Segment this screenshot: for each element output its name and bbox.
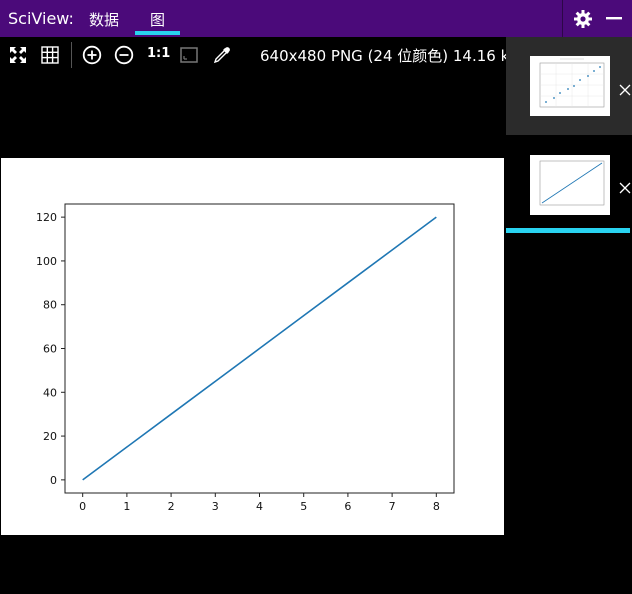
active-tab-indicator <box>135 31 180 35</box>
zoom-in-button[interactable] <box>82 45 102 65</box>
x-tick-label: 3 <box>212 500 219 513</box>
frame-icon <box>180 47 198 63</box>
close-icon <box>619 84 631 96</box>
thumbnail-image[interactable] <box>530 56 610 116</box>
y-tick-label: 100 <box>36 255 57 268</box>
series-line <box>82 216 437 481</box>
line-thumbnail-icon <box>539 160 605 206</box>
title-bar: SciView: 数据 图 <box>0 0 632 37</box>
toolbar-divider <box>71 42 72 68</box>
close-thumbnail-button[interactable] <box>619 179 631 194</box>
selected-thumbnail-indicator <box>506 228 630 233</box>
x-tick-label: 0 <box>79 500 86 513</box>
y-tick-label: 80 <box>43 299 57 312</box>
color-picker-icon <box>213 47 230 64</box>
close-thumbnail-button[interactable] <box>619 81 631 96</box>
y-tick-label: 60 <box>43 343 57 356</box>
fit-screen-button[interactable] <box>8 45 28 65</box>
image-toolbar: 1:1 640x480 PNG (24 位颜色) 14.16 kB <box>0 37 520 73</box>
x-tick-label: 2 <box>168 500 175 513</box>
x-tick-label: 6 <box>344 500 351 513</box>
gear-icon <box>574 10 592 28</box>
x-tick-label: 1 <box>123 500 130 513</box>
image-info: 640x480 PNG (24 位颜色) 14.16 kB <box>260 47 520 65</box>
scatter-thumbnail-icon <box>539 58 605 108</box>
zoom-out-button[interactable] <box>114 45 134 65</box>
fit-screen-icon <box>10 47 26 63</box>
x-tick-label: 8 <box>433 500 440 513</box>
thumbnail-card[interactable] <box>506 147 632 235</box>
title-divider <box>562 0 563 37</box>
x-tick-label: 7 <box>389 500 396 513</box>
grid-icon <box>41 46 59 64</box>
x-tick-label: 5 <box>300 500 307 513</box>
y-tick-label: 20 <box>43 430 57 443</box>
y-tick-label: 120 <box>36 211 57 224</box>
y-tick-label: 0 <box>50 474 57 487</box>
grid-button[interactable] <box>40 45 60 65</box>
thumbnail-card[interactable] <box>506 37 632 135</box>
line-chart: 0 1 2 3 4 5 6 7 8020406080100120 <box>36 203 455 513</box>
x-tick-label: 4 <box>256 500 263 513</box>
y-tick-label: 40 <box>43 386 57 399</box>
actual-size-button[interactable]: 1:1 <box>147 46 170 61</box>
zoom-in-icon <box>82 45 102 65</box>
thumbnail-image[interactable] <box>530 155 610 215</box>
tab-data[interactable]: 数据 <box>89 9 119 30</box>
tab-figure[interactable]: 图 <box>150 9 165 30</box>
frame-button[interactable] <box>179 45 199 65</box>
minus-icon <box>606 17 622 20</box>
minimize-button[interactable] <box>604 8 624 28</box>
thumbnail-panel <box>506 37 632 594</box>
image-canvas: 0 1 2 3 4 5 6 7 8 0 20 40 60 80 100 120 <box>1 158 504 535</box>
app-brand: SciView: <box>8 9 74 28</box>
color-picker-button[interactable] <box>212 45 232 65</box>
zoom-out-icon <box>114 45 134 65</box>
settings-button[interactable] <box>573 9 593 29</box>
close-icon <box>619 182 631 194</box>
